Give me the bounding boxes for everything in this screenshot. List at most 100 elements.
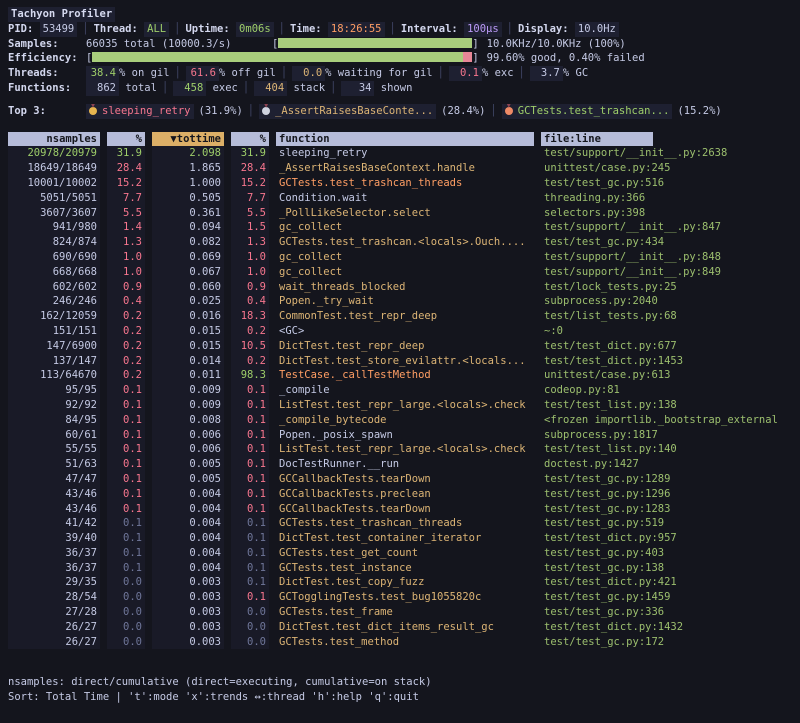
- cell-tottime: 0.004: [152, 561, 224, 576]
- cell-direct-pct: 0.9: [107, 280, 145, 295]
- table-row: 36/370.10.0040.1GCTests.test_instancetes…: [8, 561, 792, 576]
- cell-nsamples: 20978/20979: [8, 146, 100, 161]
- cell-cumulative-pct: 0.1: [231, 428, 269, 443]
- cell-direct-pct: 0.2: [107, 368, 145, 383]
- status-value: 100µs: [464, 22, 502, 37]
- cell-function: DictTest.test_copy_fuzz: [276, 575, 534, 590]
- table-row: 29/350.00.0030.1DictTest.test_copy_fuzzt…: [8, 575, 792, 590]
- cell-function: _compile: [276, 383, 534, 398]
- cell-function: gc_collect: [276, 265, 534, 280]
- top3-function-name: _AssertRaisesBaseConte...: [275, 105, 433, 117]
- cell-direct-pct: 1.0: [107, 250, 145, 265]
- cell-cumulative-pct: 5.5: [231, 206, 269, 221]
- cell-fileline: test/support/__init__.py:848: [541, 250, 792, 265]
- cell-fileline: test/test_gc.py:403: [541, 546, 792, 561]
- status-label: Time:: [290, 22, 322, 37]
- cell-nsamples: 10001/10002: [8, 176, 100, 191]
- cell-cumulative-pct: 10.5: [231, 339, 269, 354]
- cell-fileline: subprocess.py:1817: [541, 428, 792, 443]
- cell-direct-pct: 0.0: [107, 590, 145, 605]
- column-header-fileline[interactable]: file:line: [541, 132, 653, 147]
- column-header-tottime-sorted[interactable]: ▼tottime: [152, 132, 224, 147]
- cell-direct-pct: 15.2: [107, 176, 145, 191]
- table-header: nsamples % ▼tottime % function file:line: [8, 132, 792, 147]
- cell-cumulative-pct: 0.1: [231, 502, 269, 517]
- function-stat-value: 34: [341, 81, 374, 96]
- efficiency-progress-bar: [92, 52, 472, 62]
- cell-nsamples: 113/64670: [8, 368, 100, 383]
- top3-percent: (15.2%): [677, 105, 721, 117]
- cell-direct-pct: 0.0: [107, 605, 145, 620]
- cell-direct-pct: 0.1: [107, 413, 145, 428]
- cell-tottime: 0.014: [152, 354, 224, 369]
- status-value: ALL: [144, 22, 169, 37]
- status-label: PID:: [8, 22, 33, 37]
- threads-line: Threads:38.4% on gil│61.6% off gil│0.0% …: [8, 66, 792, 81]
- status-bar: PID: 53499│Thread: ALL│Uptime: 0m06s│Tim…: [8, 22, 792, 37]
- cell-function: _PollLikeSelector.select: [276, 206, 534, 221]
- thread-stat-text: % waiting for gil: [325, 67, 432, 79]
- cell-nsamples: 151/151: [8, 324, 100, 339]
- table-row: 41/420.10.0040.1GCTests.test_trashcan_th…: [8, 516, 792, 531]
- cell-direct-pct: 0.2: [107, 324, 145, 339]
- footer-legend: nsamples: direct/cumulative (direct=exec…: [8, 675, 792, 690]
- table-row: 55/550.10.0060.1ListTest.test_repr_large…: [8, 442, 792, 457]
- table-row: 43/460.10.0040.1GCCallbackTests.tearDown…: [8, 502, 792, 517]
- cell-direct-pct: 0.0: [107, 620, 145, 635]
- cell-tottime: 1.000: [152, 176, 224, 191]
- cell-direct-pct: 0.2: [107, 309, 145, 324]
- cell-fileline: test/test_dict.py:1453: [541, 354, 792, 369]
- cell-tottime: 0.016: [152, 309, 224, 324]
- column-header-function[interactable]: function: [276, 132, 534, 147]
- cell-tottime: 0.003: [152, 635, 224, 650]
- cell-nsamples: 43/46: [8, 487, 100, 502]
- column-header-nsamples[interactable]: nsamples: [8, 132, 100, 147]
- column-header-cumulative-pct[interactable]: %: [231, 132, 269, 147]
- cell-tottime: 0.006: [152, 428, 224, 443]
- cell-fileline: <frozen importlib._bootstrap_external: [541, 413, 792, 428]
- function-stat-text: shown: [374, 82, 412, 94]
- function-stat: 404 stack│: [254, 82, 341, 94]
- cell-fileline: test/support/__init__.py:2638: [541, 146, 792, 161]
- cell-tottime: 1.865: [152, 161, 224, 176]
- table-row: 602/6020.90.0600.9wait_threads_blockedte…: [8, 280, 792, 295]
- top3-function-name: GCTests.test_trashcan...: [518, 105, 670, 117]
- cell-nsamples: 39/40: [8, 531, 100, 546]
- cell-fileline: test/test_gc.py:172: [541, 635, 792, 650]
- table-row: 151/1510.20.0150.2<GC>~:0: [8, 324, 792, 339]
- cell-cumulative-pct: 0.1: [231, 487, 269, 502]
- cell-nsamples: 84/95: [8, 413, 100, 428]
- threads-label: Threads:: [8, 66, 86, 81]
- samples-label: Samples:: [8, 37, 86, 52]
- thread-stat-value: 0.1: [449, 66, 482, 81]
- cell-fileline: test/test_gc.py:519: [541, 516, 792, 531]
- column-header-direct-pct[interactable]: %: [107, 132, 145, 147]
- cell-cumulative-pct: 15.2: [231, 176, 269, 191]
- cell-nsamples: 690/690: [8, 250, 100, 265]
- medal-icon: [505, 107, 513, 115]
- cell-fileline: test/test_list.py:140: [541, 442, 792, 457]
- cell-nsamples: 36/37: [8, 546, 100, 561]
- cell-direct-pct: 0.1: [107, 502, 145, 517]
- cell-tottime: 0.003: [152, 575, 224, 590]
- table-row: 84/950.10.0080.1_compile_bytecode<frozen…: [8, 413, 792, 428]
- separator: │: [243, 82, 249, 94]
- cell-tottime: 0.009: [152, 383, 224, 398]
- cell-direct-pct: 0.4: [107, 294, 145, 309]
- medal-icon: [262, 107, 270, 115]
- cell-cumulative-pct: 0.1: [231, 531, 269, 546]
- top3-label: Top 3:: [8, 104, 86, 119]
- cell-cumulative-pct: 0.4: [231, 294, 269, 309]
- cell-cumulative-pct: 0.1: [231, 383, 269, 398]
- cell-function: DictTest.test_container_iterator: [276, 531, 534, 546]
- cell-function: DictTest.test_repr_deep: [276, 339, 534, 354]
- cell-tottime: 0.004: [152, 487, 224, 502]
- table-row: 60/610.10.0060.1Popen._posix_spawnsubpro…: [8, 428, 792, 443]
- cell-direct-pct: 5.5: [107, 206, 145, 221]
- status-value: 10.0Hz: [575, 22, 619, 37]
- cell-function: GCTests.test_frame: [276, 605, 534, 620]
- cell-cumulative-pct: 31.9: [231, 146, 269, 161]
- medal-icon: [89, 107, 97, 115]
- table-row: 95/950.10.0090.1_compilecodeop.py:81: [8, 383, 792, 398]
- cell-function: DictTest.test_dict_items_result_gc: [276, 620, 534, 635]
